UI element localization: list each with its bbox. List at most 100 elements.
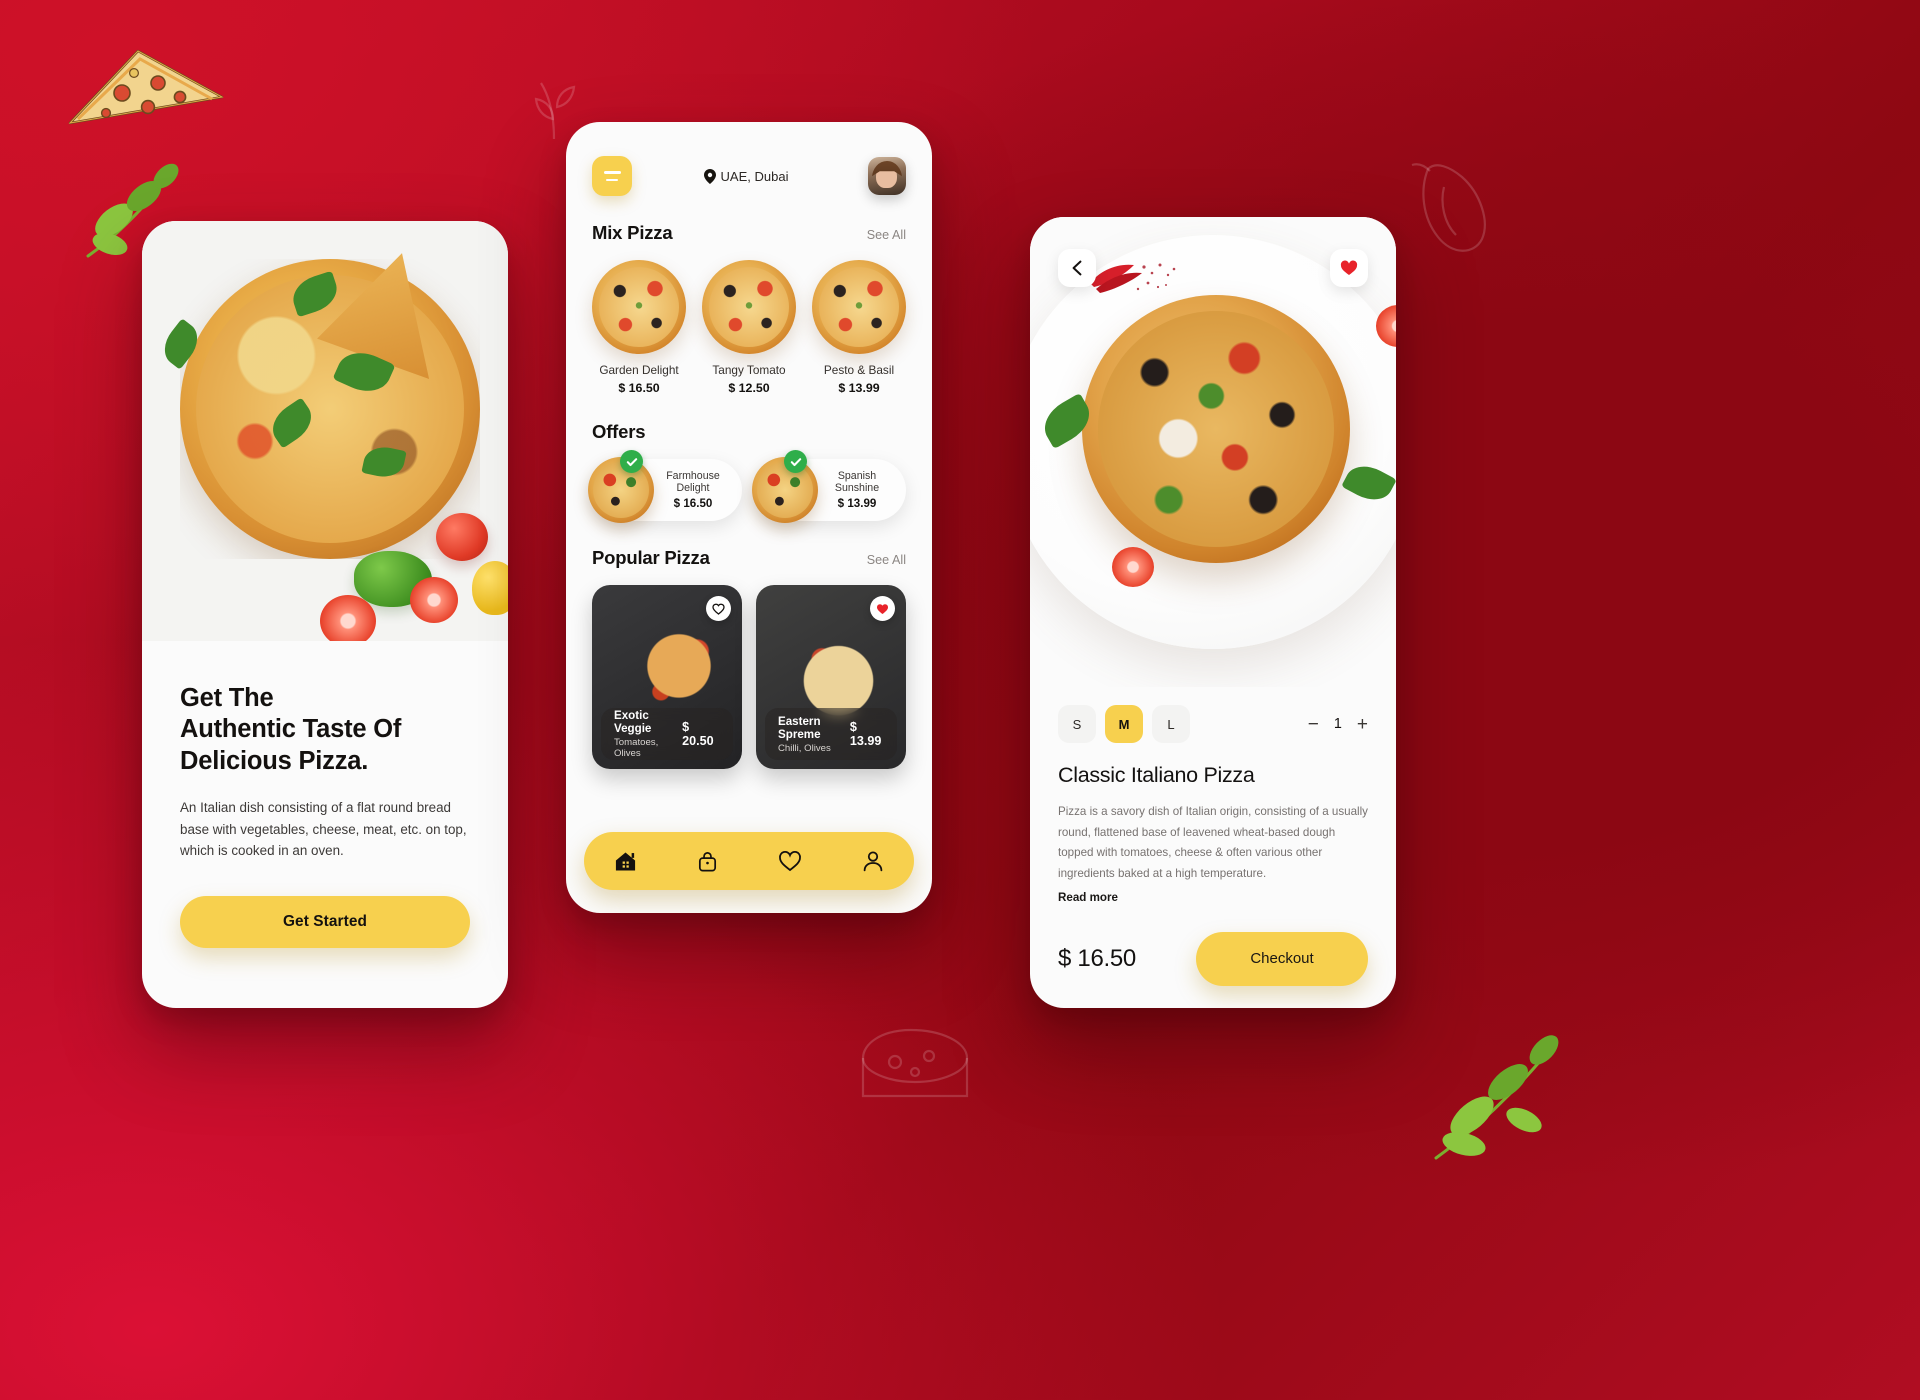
onboarding-subtitle: An Italian dish consisting of a flat rou… bbox=[180, 800, 467, 859]
pizza-description: Pizza is a savory dish of Italian origin… bbox=[1058, 805, 1368, 880]
offers-header: Offers bbox=[592, 421, 906, 443]
purchase-row: $ 16.50 Checkout bbox=[1058, 931, 1368, 986]
chili-pepper-garnish bbox=[1083, 263, 1176, 293]
offer-price: $ 13.99 bbox=[837, 497, 877, 510]
scene: Get The Authentic Taste Of Delicious Piz… bbox=[0, 0, 1920, 1400]
check-icon bbox=[620, 450, 643, 473]
tab-favorites[interactable] bbox=[768, 839, 812, 883]
pizza-thumbnail bbox=[702, 260, 796, 354]
title-line-3: Delicious Pizza. bbox=[180, 746, 369, 775]
pizza-name: Pesto & Basil bbox=[823, 363, 895, 377]
tab-bag[interactable] bbox=[686, 839, 730, 883]
title-line-1: Get The bbox=[180, 684, 274, 712]
bag-icon bbox=[699, 851, 717, 871]
increment-button[interactable]: + bbox=[1357, 715, 1368, 734]
pizza-name: Tangy Tomato bbox=[712, 363, 786, 377]
list-item[interactable]: Garden Delight $ 16.50 bbox=[592, 260, 686, 395]
get-started-button[interactable]: Get Started bbox=[180, 896, 470, 948]
back-button[interactable] bbox=[1058, 249, 1096, 287]
popular-pizza-list: Exotic Veggie Tomatoes, Olives $ 20.50 E… bbox=[592, 585, 906, 769]
see-all-mix-link[interactable]: See All bbox=[867, 228, 906, 242]
detail-body: S M L − 1 + Classic Italiano Pizza Pizza… bbox=[1030, 705, 1396, 986]
list-item[interactable]: Pesto & Basil $ 13.99 bbox=[812, 260, 906, 395]
popular-pizza-header: Popular Pizza See All bbox=[592, 547, 906, 569]
see-all-popular-link[interactable]: See All bbox=[867, 553, 906, 567]
tomato-slice-garnish bbox=[1112, 547, 1154, 587]
pizza-photo bbox=[1082, 295, 1350, 563]
decrement-button[interactable]: − bbox=[1308, 715, 1319, 734]
pizza-slice-illustration bbox=[68, 49, 224, 125]
home-header: UAE, Dubai bbox=[566, 122, 932, 196]
offer-price: $ 16.50 bbox=[673, 497, 713, 510]
list-item[interactable]: Exotic Veggie Tomatoes, Olives $ 20.50 bbox=[592, 585, 742, 769]
location-indicator[interactable]: UAE, Dubai bbox=[703, 168, 789, 184]
cheese-outline-illustration bbox=[861, 1028, 969, 1098]
pizza-price: $ 20.50 bbox=[682, 720, 714, 748]
list-item[interactable]: Farmhouse Delight $ 16.50 bbox=[588, 450, 742, 523]
check-icon bbox=[784, 450, 807, 473]
favorite-button[interactable] bbox=[1330, 249, 1368, 287]
size-option-s[interactable]: S bbox=[1058, 705, 1096, 743]
list-item[interactable]: Tangy Tomato $ 12.50 bbox=[702, 260, 796, 395]
pizza-photo bbox=[180, 259, 480, 559]
list-item[interactable]: Eastern Spreme Chilli, Olives $ 13.99 bbox=[756, 585, 906, 769]
size-option-m[interactable]: M bbox=[1105, 705, 1143, 743]
pizza-toppings: Tomatoes, Olives bbox=[614, 737, 659, 759]
list-item[interactable]: Spanish Sunshine $ 13.99 bbox=[752, 450, 906, 523]
hamburger-menu-icon[interactable] bbox=[592, 156, 632, 196]
home-screen: UAE, Dubai Mix Pizza See All Garden Deli… bbox=[566, 122, 932, 913]
home-body: Mix Pizza See All Garden Delight $ 16.50… bbox=[566, 222, 932, 769]
offers-list: Farmhouse Delight $ 16.50 Spanish Sunshi… bbox=[588, 450, 906, 523]
map-pin-icon bbox=[703, 168, 716, 184]
page-title: Classic Italiano Pizza bbox=[1058, 763, 1255, 787]
yellow-pepper bbox=[472, 561, 508, 615]
location-label: UAE, Dubai bbox=[720, 168, 789, 184]
checkout-button[interactable]: Checkout bbox=[1196, 931, 1368, 986]
size-and-quantity-row: S M L − 1 + bbox=[1058, 705, 1368, 743]
read-more-link[interactable]: Read more bbox=[1058, 891, 1118, 904]
pizza-price: $ 13.99 bbox=[838, 381, 880, 395]
tomato-slice bbox=[410, 577, 458, 623]
pizza-thumbnail bbox=[812, 260, 906, 354]
avatar[interactable] bbox=[867, 157, 906, 195]
page-title: Get The Authentic Taste Of Delicious Piz… bbox=[180, 683, 470, 777]
pizza-price: $ 16.50 bbox=[1058, 944, 1136, 972]
heart-outline-icon bbox=[712, 603, 725, 615]
section-title-mix: Mix Pizza bbox=[592, 222, 673, 243]
mix-pizza-list: Garden Delight $ 16.50 Tangy Tomato $ 12… bbox=[592, 260, 906, 395]
offer-meta: Spanish Sunshine $ 13.99 bbox=[818, 470, 906, 510]
favorite-button[interactable] bbox=[706, 596, 731, 621]
section-title-popular: Popular Pizza bbox=[592, 547, 710, 568]
pizza-toppings: Chilli, Olives bbox=[778, 742, 831, 754]
tab-profile[interactable] bbox=[851, 839, 895, 883]
pizza-price: $ 13.99 bbox=[849, 720, 882, 748]
tab-home[interactable] bbox=[603, 839, 647, 883]
size-selector: S M L bbox=[1058, 705, 1190, 743]
pepper-outline-illustration bbox=[1411, 163, 1486, 252]
favorite-button[interactable] bbox=[870, 596, 895, 621]
pizza-name: Garden Delight bbox=[599, 363, 679, 377]
home-icon bbox=[615, 851, 635, 871]
onboarding-copy: Get The Authentic Taste Of Delicious Piz… bbox=[142, 641, 508, 862]
leaf-sprig-illustration bbox=[1434, 1035, 1559, 1160]
size-option-l[interactable]: L bbox=[1152, 705, 1190, 743]
detail-hero-image bbox=[1030, 217, 1396, 687]
pizza-price: $ 12.50 bbox=[728, 381, 770, 395]
section-title-offers: Offers bbox=[592, 421, 646, 442]
quantity-stepper: − 1 + bbox=[1308, 715, 1368, 734]
herb-outline-illustration bbox=[534, 82, 576, 140]
pizza-info-overlay: Exotic Veggie Tomatoes, Olives $ 20.50 bbox=[601, 708, 733, 760]
offer-meta: Farmhouse Delight $ 16.50 bbox=[654, 470, 742, 510]
mix-pizza-header: Mix Pizza See All bbox=[592, 222, 906, 244]
pizza-detail-screen: S M L − 1 + Classic Italiano Pizza Pizza… bbox=[1030, 217, 1396, 1008]
pizza-thumbnail bbox=[592, 260, 686, 354]
pizza-price: $ 16.50 bbox=[618, 381, 660, 395]
bottom-navigation bbox=[584, 832, 914, 890]
pizza-name: Eastern Spreme bbox=[778, 714, 821, 741]
title-line-2: Authentic Taste Of bbox=[180, 715, 402, 744]
tomato bbox=[436, 513, 488, 561]
chevron-left-icon bbox=[1072, 260, 1082, 276]
heart-filled-icon bbox=[877, 603, 888, 614]
offer-name: Farmhouse Delight bbox=[666, 470, 720, 494]
quantity-value: 1 bbox=[1333, 716, 1342, 732]
